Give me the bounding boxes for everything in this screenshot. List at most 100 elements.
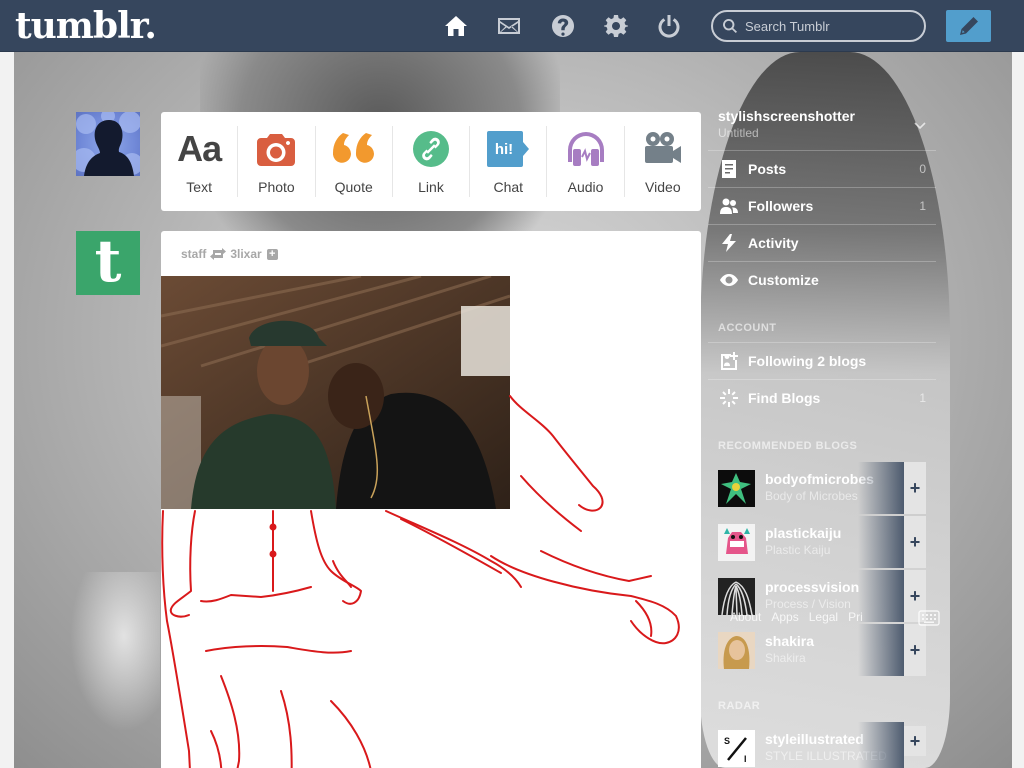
post-type-quote[interactable]: Quote (316, 126, 393, 197)
sidebar-item-find-blogs[interactable]: Find Blogs 1 (708, 379, 936, 416)
activity-icon (718, 232, 740, 254)
footer-link-about[interactable]: About (730, 610, 761, 624)
post-type-chat[interactable]: hi! Chat (470, 126, 548, 197)
sidebar-item-label: Posts (748, 161, 787, 177)
recommended-blog-item[interactable]: bodyofmicrobes Body of Microbes + (708, 462, 938, 514)
inbox-icon[interactable] (496, 13, 522, 39)
post-type-label: Chat (493, 179, 524, 195)
tumblr-logo[interactable]: tumblr. (15, 4, 157, 48)
search-input[interactable] (745, 18, 915, 34)
home-icon[interactable] (443, 13, 469, 39)
sidebar-item-label: Followers (748, 198, 814, 214)
recommended-blog-item[interactable]: shakira Shakira + (708, 624, 938, 676)
headphones-icon (564, 129, 608, 169)
plus-icon: + (909, 639, 921, 660)
plus-icon: + (909, 730, 921, 751)
post-type-video[interactable]: Video (625, 126, 701, 197)
plus-icon: + (909, 477, 921, 498)
blog-thumbnail (718, 524, 755, 561)
plus-icon: + (909, 531, 921, 552)
plus-icon: + (909, 585, 921, 606)
text-post-icon: Aa (177, 128, 222, 169)
footer-link-apps[interactable]: Apps (771, 610, 798, 624)
post-photo[interactable] (161, 276, 510, 509)
blog-title: Untitled (718, 126, 759, 140)
post-type-photo[interactable]: Photo (238, 126, 316, 197)
sidebar-item-label: Activity (748, 235, 799, 251)
posts-count: 0 (919, 162, 926, 176)
post-header: staff 3lixar + (181, 247, 278, 261)
blog-description: Process / Vision (765, 597, 851, 611)
chevron-down-icon[interactable] (914, 120, 926, 132)
dashboard-post: staff 3lixar + (161, 231, 701, 768)
sidebar-item-following[interactable]: Following 2 blogs (708, 342, 936, 379)
followers-icon (718, 195, 740, 217)
radar-heading: RADAR (718, 700, 761, 712)
post-type-label: Quote (334, 179, 373, 195)
footer-link-privacy[interactable]: Pri (848, 610, 863, 624)
blog-thumbnail (718, 470, 755, 507)
link-chain-icon (409, 129, 453, 169)
follow-button[interactable]: + (904, 516, 926, 568)
recommended-heading: RECOMMENDED BLOGS (718, 440, 858, 452)
camera-icon (254, 129, 298, 169)
customize-eye-icon (718, 269, 740, 291)
follow-plus-icon[interactable]: + (266, 248, 278, 260)
blog-name: processvision (765, 579, 860, 595)
footer-link-legal[interactable]: Legal (809, 610, 838, 624)
keyboard-shortcuts-icon[interactable] (918, 610, 940, 626)
sidebar-item-posts[interactable]: Posts 0 (708, 150, 936, 187)
help-icon[interactable] (550, 13, 576, 39)
sidebar-item-label: Following 2 blogs (748, 353, 867, 369)
reblog-icon (210, 248, 227, 260)
blog-name: styleillustrated (765, 731, 864, 747)
blog-thumbnail (718, 632, 755, 669)
pencil-icon (959, 17, 978, 35)
account-heading: ACCOUNT (718, 322, 777, 334)
post-type-label: Text (186, 179, 212, 195)
blog-description: Shakira (765, 651, 806, 665)
svg-text:I: I (744, 754, 747, 764)
blog-name: shakira (765, 633, 815, 649)
post-type-link[interactable]: Link (393, 126, 471, 197)
sidebar-item-followers[interactable]: Followers 1 (708, 187, 936, 224)
blog-thumbnail: SI (718, 730, 755, 767)
settings-gear-icon[interactable] (603, 13, 629, 39)
follow-button[interactable]: + (904, 726, 926, 756)
video-camera-icon (641, 129, 685, 169)
search-field[interactable] (711, 10, 926, 42)
radar-blog-item[interactable]: SI styleillustrated STYLE ILLUSTRATED + (708, 722, 938, 768)
chat-bubble-icon: hi! (486, 129, 530, 169)
footer-links: About Apps Legal Pri (730, 610, 863, 624)
blog-name: plastickaiju (765, 525, 842, 541)
sidebar-item-label: Customize (748, 272, 819, 288)
logout-power-icon[interactable] (656, 13, 682, 39)
blog-name[interactable]: stylishscreenshotter (718, 108, 855, 124)
svg-text:hi!: hi! (495, 141, 513, 158)
quote-marks-icon (332, 129, 376, 169)
default-avatar-silhouette-icon (76, 112, 140, 176)
blog-description: Plastic Kaiju (765, 543, 831, 557)
compose-post-button[interactable] (946, 10, 991, 42)
top-navigation-bar: tumblr. (0, 0, 1024, 52)
find-blogs-icon (718, 387, 740, 409)
post-type-label: Audio (567, 179, 604, 195)
staff-avatar[interactable]: t (76, 231, 140, 295)
recommended-blog-item[interactable]: plastickaiju Plastic Kaiju + (708, 516, 938, 568)
follow-button[interactable]: + (904, 462, 926, 514)
blog-description: Body of Microbes (765, 489, 858, 503)
user-avatar[interactable] (76, 112, 140, 176)
reblogged-from-link[interactable]: 3lixar (230, 247, 261, 261)
post-type-text[interactable]: Aa Text (161, 126, 239, 197)
find-blogs-count: 1 (919, 391, 926, 405)
post-type-selector: Aa Text Photo Quote Link hi! Chat Audio (161, 112, 701, 211)
staff-avatar-glyph: t (94, 227, 122, 295)
sidebar-item-activity[interactable]: Activity (708, 224, 936, 261)
following-icon (718, 350, 740, 372)
post-type-audio[interactable]: Audio (547, 126, 625, 197)
follow-button[interactable]: + (904, 624, 926, 676)
search-icon (723, 19, 737, 33)
post-author-link[interactable]: staff (181, 247, 206, 261)
sidebar-item-customize[interactable]: Customize (708, 261, 936, 298)
followers-count: 1 (919, 199, 926, 213)
